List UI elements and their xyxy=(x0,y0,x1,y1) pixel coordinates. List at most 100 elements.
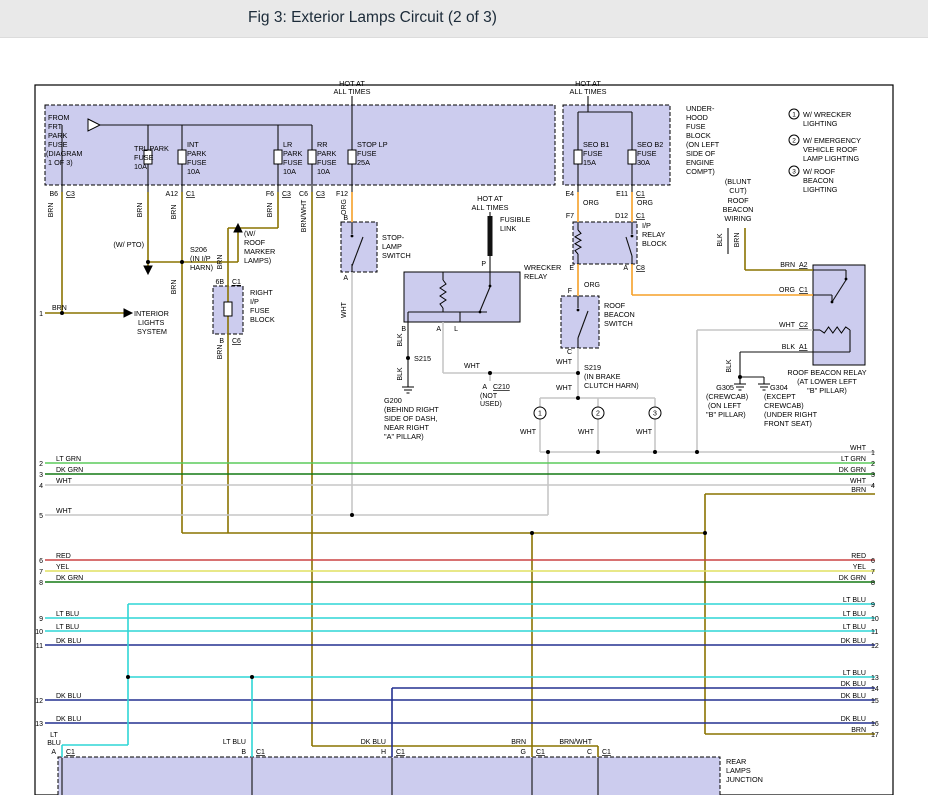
diagram-label: LAMP LIGHTING xyxy=(803,154,860,163)
diagram-label: C1 xyxy=(66,749,75,756)
rear-lamps-junction-label: REAR xyxy=(726,757,746,766)
diagram-label: 13 xyxy=(871,675,879,682)
diagram-label: LIGHTING xyxy=(803,185,838,194)
diagram-label: A xyxy=(343,275,348,282)
diagram-label: 13 xyxy=(35,721,43,728)
diagram-label: 10A xyxy=(317,167,330,176)
diagram-label: LT BLU xyxy=(843,670,866,677)
diagram-label: 11 xyxy=(36,643,43,650)
wiring-diagram: 123123HOT ATALL TIMESHOT ATALL TIMESFROM… xyxy=(0,0,928,795)
interior-lights-arrow xyxy=(124,309,132,317)
diagram-label: WHT xyxy=(636,429,653,436)
legend-3: W/ ROOF xyxy=(803,167,836,176)
fuse-symbol xyxy=(178,150,186,164)
diagram-label: ENGINE xyxy=(686,158,714,167)
diagram-label: 14 xyxy=(871,686,879,693)
diagram-label: A12 xyxy=(166,191,179,198)
diagram-label: RED xyxy=(56,553,71,560)
diagram-label: ALL TIMES xyxy=(334,87,371,96)
diagram-label: C xyxy=(587,749,592,756)
circled-number-text: 1 xyxy=(538,410,542,417)
diagram-label: (AT LOWER LEFT xyxy=(797,377,857,386)
diagram-label: DK GRN xyxy=(839,467,866,474)
contact-dot xyxy=(351,235,354,238)
diagram-label: E4 xyxy=(565,191,574,198)
diagram-label: I/P xyxy=(250,297,259,306)
diagram-label: SWITCH xyxy=(382,251,411,260)
contact-dot xyxy=(831,301,834,304)
diagram-label: "B" PILLAR) xyxy=(706,410,746,419)
diagram-label: ALL TIMES xyxy=(472,203,509,212)
diagram-label: 5 xyxy=(39,513,43,520)
diagram-label: FUSE xyxy=(283,158,303,167)
diagram-label: BEACON xyxy=(604,310,635,319)
diagram-label: C1 xyxy=(636,213,645,220)
diagram-label: LT BLU xyxy=(56,611,79,618)
diagram-label: 6 xyxy=(871,558,875,565)
diagram-label: A xyxy=(482,384,487,391)
diagram-label: F12 xyxy=(336,191,348,198)
junction-dot xyxy=(596,450,600,454)
contact-dot xyxy=(489,285,492,288)
roof-beacon-switch-box xyxy=(561,296,599,348)
diagram-label: WHT xyxy=(556,385,573,392)
stop-lp-fuse: STOP LP xyxy=(357,140,388,149)
diagram-label: WIRING xyxy=(724,214,751,223)
blunt-cut-label: (BLUNT xyxy=(725,177,752,186)
diagram-label: FUSE xyxy=(637,149,657,158)
diagram-label: C1 xyxy=(602,749,611,756)
s219-label: S219 xyxy=(584,363,601,372)
diagram-label: 2 xyxy=(871,461,875,468)
w-pto-label: (W/ PTO) xyxy=(113,240,144,249)
diagram-label: C1 xyxy=(536,749,545,756)
diagram-label: BRN xyxy=(52,305,67,312)
diagram-label: BRN xyxy=(851,727,866,734)
diagram-label: BLK xyxy=(397,333,404,347)
diagram-label: C1 xyxy=(396,749,405,756)
diagram-label: LT BLU xyxy=(56,624,79,631)
diagram-label: ORG xyxy=(779,287,795,294)
diagram-label: B xyxy=(241,749,246,756)
diagram-label: BLK xyxy=(397,367,404,381)
diagram-label: DK GRN xyxy=(839,575,866,582)
diagram-label: E xyxy=(569,265,574,272)
trl-park-fuse: TRL PARK xyxy=(134,144,169,153)
diagram-label: PARK xyxy=(283,149,302,158)
g305-label: G305 xyxy=(716,383,734,392)
diagram-label: BRN xyxy=(48,203,55,218)
diagram-label: ORG xyxy=(583,200,599,207)
s206-label: S206 xyxy=(190,245,207,254)
int-park-fuse: INT xyxy=(187,140,199,149)
diagram-label: WHT xyxy=(520,429,537,436)
roof-beacon-switch-label: ROOF xyxy=(604,301,626,310)
legend-1: W/ WRECKER xyxy=(803,110,851,119)
diagram-label: DK BLU xyxy=(841,638,866,645)
lr-park-fuse: LR xyxy=(283,140,292,149)
diagram-label: "B" PILLAR) xyxy=(807,386,847,395)
diagram-label: FUSE xyxy=(134,153,154,162)
fusible-link-label: FUSIBLE xyxy=(500,215,531,224)
diagram-label: F6 xyxy=(266,191,274,198)
diagram-label: 3 xyxy=(871,472,875,479)
diagram-label: DK BLU xyxy=(56,638,81,645)
circled-number-text: 3 xyxy=(653,410,657,417)
contact-dot xyxy=(845,278,848,281)
ground-symbol xyxy=(758,384,770,390)
diagram-label: ROOF xyxy=(244,238,266,247)
diagram-label: COMPT) xyxy=(686,167,715,176)
w-pto-arrow xyxy=(144,266,152,274)
underhood-fuse-block-label: UNDER- xyxy=(686,104,715,113)
diagram-label: FUSE xyxy=(583,149,603,158)
diagram-label: SIDE OF xyxy=(686,149,716,158)
diagram-label: BLOCK xyxy=(642,239,667,248)
diagram-label: 10A xyxy=(134,162,147,171)
diagram-label: BRN xyxy=(780,262,795,269)
diagram-label: (IN BRAKE xyxy=(584,372,621,381)
diagram-label: FUSE xyxy=(250,306,270,315)
diagram-label: (NOT xyxy=(480,393,498,400)
diagram-label: 1 OF 3) xyxy=(48,158,73,167)
diagram-label: A xyxy=(436,326,441,333)
circled-number-text: 1 xyxy=(792,111,796,118)
diagram-label: RELAY xyxy=(524,272,548,281)
diagram-label: SWITCH xyxy=(604,319,633,328)
